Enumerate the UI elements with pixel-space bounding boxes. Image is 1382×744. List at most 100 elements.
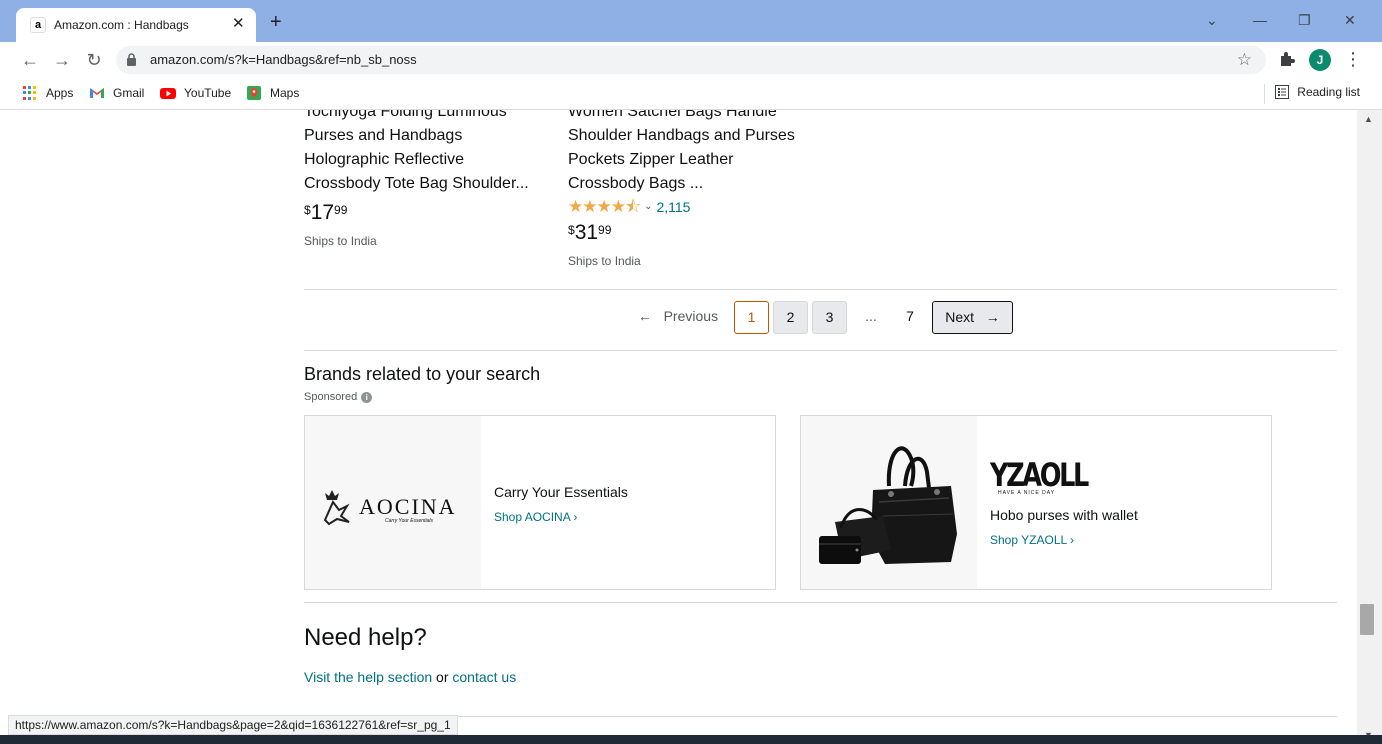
yzaoll-logo: YZAOLL HAVE A NICE DAY bbox=[990, 456, 1090, 496]
shop-yzaoll-link[interactable]: Shop YZAOLL › bbox=[990, 533, 1074, 547]
product-title[interactable]: Women Satchel Bags Handle Shoulder Handb… bbox=[568, 110, 828, 196]
product-title[interactable]: Tocniyoga Folding Luminous Purses and Ha… bbox=[304, 110, 544, 196]
product-card: Tocniyoga Folding Luminous Purses and Ha… bbox=[304, 110, 544, 249]
product-title-line: Crossbody Tote Bag Shoulder... bbox=[304, 175, 529, 192]
contact-us-link[interactable]: contact us bbox=[452, 669, 516, 685]
arrow-left-icon: ← bbox=[637, 308, 652, 324]
aocina-logo-tagline: Carry Your Essentials bbox=[385, 518, 433, 524]
back-arrow-icon[interactable]: ← bbox=[18, 49, 42, 71]
help-heading: Need help? bbox=[304, 624, 427, 651]
new-tab-button[interactable]: + bbox=[270, 12, 282, 32]
restore-icon[interactable]: ❐ bbox=[1298, 12, 1311, 28]
tab-search-icon[interactable]: ⌄ bbox=[1206, 12, 1218, 28]
forward-arrow-icon[interactable]: → bbox=[50, 49, 74, 71]
page-ellipsis: ... bbox=[865, 308, 877, 324]
next-label: Next bbox=[945, 309, 975, 325]
amazon-favicon-icon: a bbox=[30, 17, 46, 33]
bookmarks-divider bbox=[1264, 84, 1265, 104]
bookmark-gmail[interactable]: Gmail bbox=[89, 85, 144, 101]
price-whole: 17 bbox=[310, 201, 335, 224]
bookmark-star-icon[interactable]: ☆ bbox=[1237, 50, 1252, 70]
bookmark-apps[interactable]: Apps bbox=[22, 85, 73, 101]
tab-strip: a Amazon.com : Handbags ✕ + ⌄ — ❐ ✕ bbox=[0, 0, 1382, 42]
product-title-line: Shoulder Handbags and Purses bbox=[568, 127, 795, 144]
price-whole: 31 bbox=[574, 221, 599, 244]
brand-card-yzaoll[interactable]: YZAOLL HAVE A NICE DAY Hobo purses with … bbox=[800, 415, 1272, 590]
page-scrollbar[interactable]: ▲ ▼ bbox=[1357, 110, 1382, 744]
product-title-line: Purses and Handbags bbox=[304, 127, 463, 144]
product-title-line: Pockets Zipper Leather bbox=[568, 151, 734, 168]
bookmark-label: YouTube bbox=[184, 86, 232, 100]
page-3-button[interactable]: 3 bbox=[812, 301, 847, 334]
reading-list-icon bbox=[1275, 85, 1290, 99]
gmail-icon bbox=[90, 88, 104, 98]
shipping-note: Ships to India bbox=[568, 254, 641, 268]
sponsored-text: Sponsored bbox=[304, 391, 358, 403]
price-fraction: 99 bbox=[334, 203, 348, 217]
url-text: amazon.com/s?k=Handbags&ref=nb_sb_noss bbox=[150, 52, 417, 67]
brand-card-aocina[interactable]: AOCINA Carry Your Essentials Carry Your … bbox=[304, 415, 776, 590]
status-bar-url: https://www.amazon.com/s?k=Handbags&page… bbox=[8, 715, 458, 735]
product-rating[interactable]: ★★★★⯪ ⌄ 2,115 bbox=[568, 198, 828, 216]
divider bbox=[304, 289, 1337, 290]
yzaoll-product-image[interactable] bbox=[801, 416, 977, 589]
os-taskbar bbox=[0, 735, 1382, 744]
previous-label: Previous bbox=[663, 308, 719, 324]
bookmark-label: Maps bbox=[270, 86, 300, 100]
scrollbar-thumb[interactable] bbox=[1360, 604, 1374, 635]
divider bbox=[304, 716, 1337, 717]
previous-page-button[interactable]: ← Previous bbox=[632, 301, 724, 334]
divider bbox=[304, 350, 1337, 351]
product-price[interactable]: $ 31 99 bbox=[568, 222, 828, 243]
page-viewport: Tocniyoga Folding Luminous Purses and Ha… bbox=[0, 110, 1357, 744]
page-1-button[interactable]: 1 bbox=[734, 301, 769, 334]
brand-tagline: Carry Your Essentials bbox=[494, 484, 628, 500]
price-fraction: 99 bbox=[598, 223, 612, 237]
address-bar[interactable]: amazon.com/s?k=Handbags&ref=nb_sb_noss ☆ bbox=[116, 46, 1266, 74]
bookmark-label: Apps bbox=[46, 86, 74, 100]
tab-title: Amazon.com : Handbags bbox=[54, 18, 189, 32]
help-section-link[interactable]: Visit the help section bbox=[304, 669, 432, 685]
extensions-puzzle-icon[interactable] bbox=[1278, 50, 1296, 68]
sponsored-label[interactable]: Sponsored i bbox=[304, 391, 373, 403]
shipping-note: Ships to India bbox=[304, 234, 377, 248]
rating-stars-icon: ★★★★⯪ bbox=[568, 197, 641, 216]
browser-toolbar: ← → ↻ amazon.com/s?k=Handbags&ref=nb_sb_… bbox=[0, 42, 1382, 78]
pagination: ← Previous 1 2 3 ... 7 Next → bbox=[0, 301, 1357, 335]
page-2-button[interactable]: 2 bbox=[773, 301, 808, 334]
help-line: Visit the help section or contact us bbox=[304, 669, 516, 685]
lock-icon bbox=[127, 53, 136, 66]
profile-avatar[interactable]: J bbox=[1309, 49, 1331, 71]
or-text: or bbox=[436, 669, 449, 685]
next-page-button[interactable]: Next → bbox=[932, 301, 1013, 334]
product-title-line: Holographic Reflective bbox=[304, 151, 465, 168]
yzaoll-logo-text: YZAOLL bbox=[990, 456, 1089, 494]
scroll-up-arrow-icon[interactable]: ▲ bbox=[1364, 114, 1373, 124]
handbag-image bbox=[819, 446, 957, 564]
product-title-line: Crossbody Bags ... bbox=[568, 175, 704, 192]
divider bbox=[304, 602, 1337, 603]
shop-aocina-link[interactable]: Shop AOCINA › bbox=[494, 510, 577, 524]
aocina-logo-text: AOCINA bbox=[359, 494, 457, 519]
rating-count[interactable]: 2,115 bbox=[656, 198, 690, 216]
youtube-icon bbox=[160, 88, 176, 99]
more-menu-icon[interactable]: ⋮ bbox=[1344, 48, 1362, 70]
product-title-line: Women Satchel Bags Handle bbox=[568, 110, 777, 120]
price-symbol: $ bbox=[304, 203, 311, 217]
page-7-button[interactable]: 7 bbox=[897, 301, 923, 334]
maps-pin-icon bbox=[247, 86, 261, 100]
reading-list-label: Reading list bbox=[1297, 85, 1360, 99]
bookmark-maps[interactable]: Maps bbox=[246, 85, 299, 101]
reload-icon[interactable]: ↻ bbox=[82, 49, 106, 71]
info-icon[interactable]: i bbox=[361, 391, 373, 403]
reading-list-button[interactable]: Reading list bbox=[1275, 85, 1360, 99]
bookmark-youtube[interactable]: YouTube bbox=[160, 85, 231, 101]
tab-close-icon[interactable]: ✕ bbox=[232, 16, 245, 32]
product-price[interactable]: $ 17 99 bbox=[304, 202, 544, 223]
minimize-icon[interactable]: — bbox=[1253, 12, 1267, 28]
price-symbol: $ bbox=[568, 223, 575, 237]
close-window-icon[interactable]: ✕ bbox=[1344, 12, 1356, 28]
aocina-logo-image[interactable]: AOCINA Carry Your Essentials bbox=[305, 416, 481, 589]
active-tab[interactable]: a Amazon.com : Handbags ✕ bbox=[16, 8, 256, 42]
arrow-right-icon: → bbox=[985, 309, 1000, 325]
